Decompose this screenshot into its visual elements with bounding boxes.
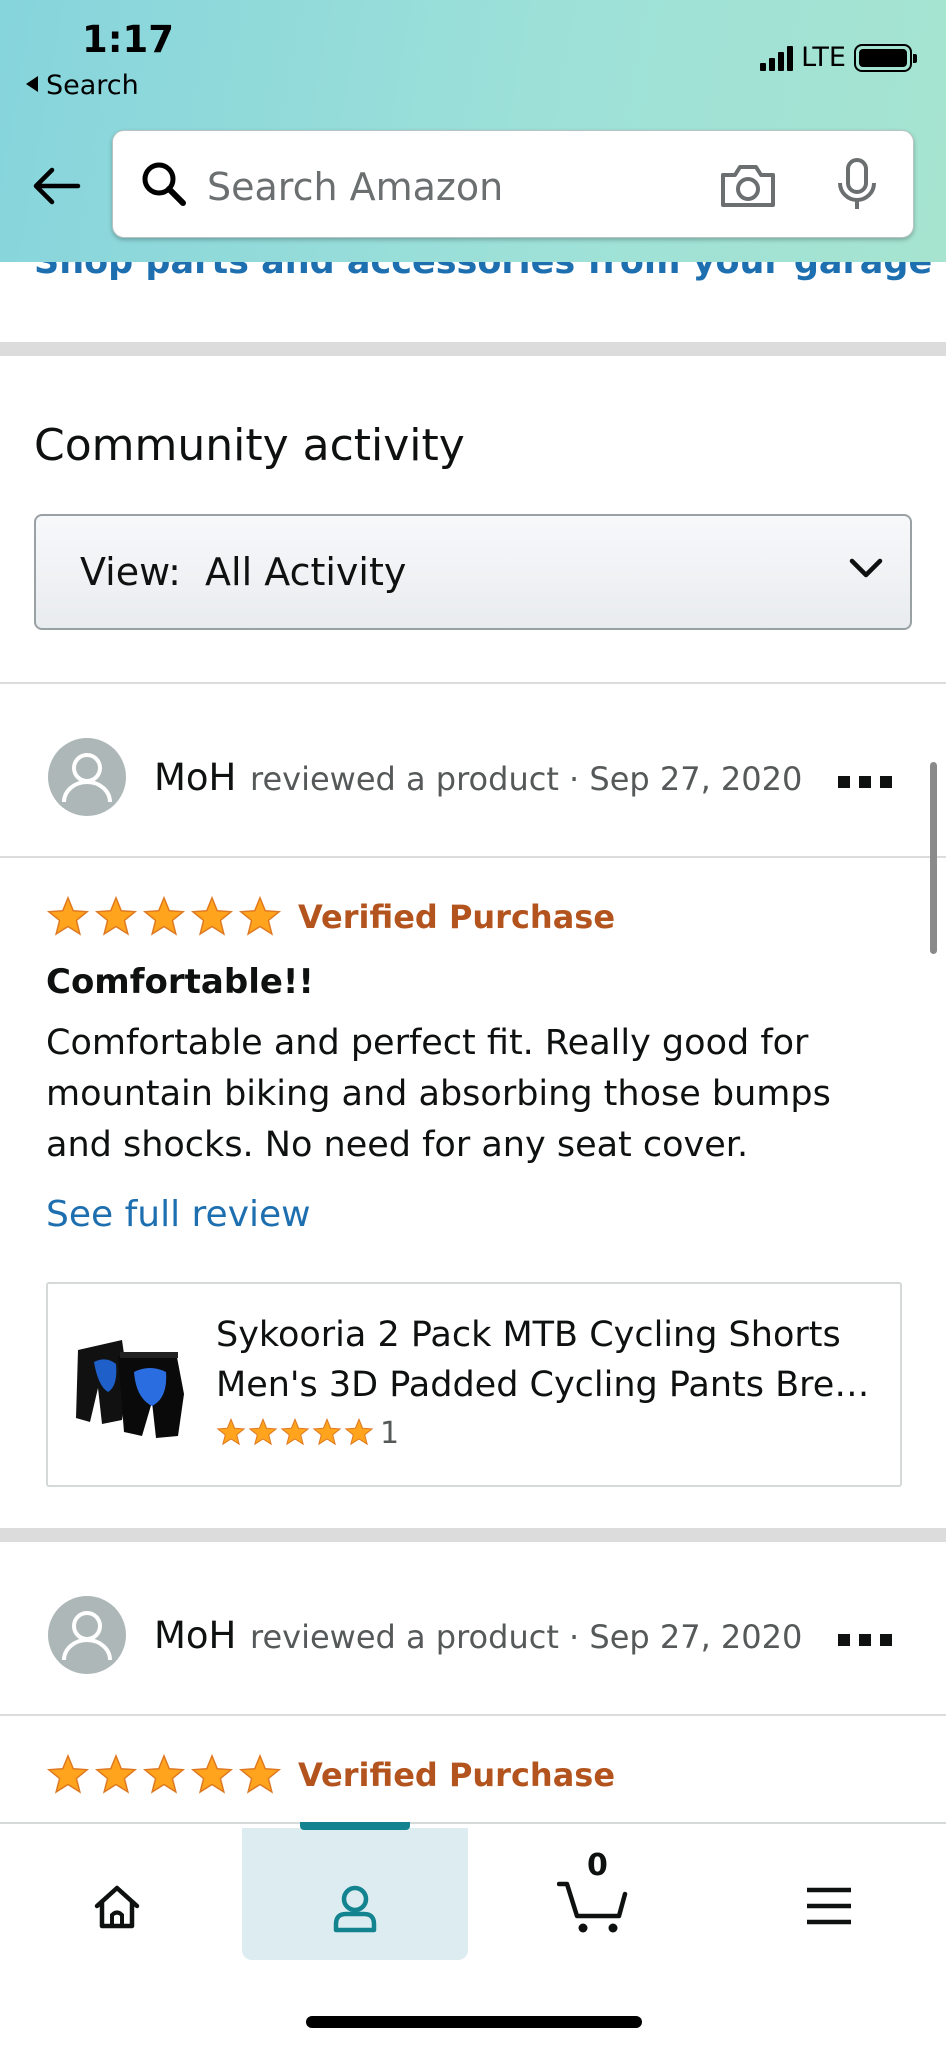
back-arrow-icon[interactable] <box>30 160 82 212</box>
nav-cart[interactable] <box>480 1824 706 1964</box>
star-icon <box>312 1418 342 1446</box>
search-input[interactable]: Search Amazon <box>112 130 914 238</box>
reviewer-name[interactable]: MoH <box>154 1614 236 1657</box>
star-icon <box>142 1754 186 1794</box>
product-card[interactable]: Sykooria 2 Pack MTB Cycling Shorts Men's… <box>46 1282 902 1487</box>
microphone-icon[interactable] <box>835 157 879 213</box>
more-options-icon[interactable] <box>838 776 892 788</box>
avatar[interactable] <box>48 1596 126 1674</box>
section-divider <box>0 342 946 356</box>
header: 1:17 Search LTE Search Amazon <box>0 0 946 262</box>
product-title-line: Men's 3D Padded Cycling Pants Brea... <box>216 1365 886 1405</box>
star-icon <box>238 896 282 936</box>
back-app-label: Search <box>46 70 139 101</box>
star-rating <box>46 896 282 938</box>
camera-icon[interactable] <box>719 161 777 209</box>
scrollbar[interactable] <box>930 762 937 954</box>
battery-icon <box>854 43 917 72</box>
star-icon <box>280 1418 310 1446</box>
status-time: 1:17 <box>82 18 175 61</box>
divider <box>0 1714 946 1716</box>
signal-icon <box>760 45 794 71</box>
star-icon <box>190 1754 234 1794</box>
review-body: Comfortable and perfect fit. Really good… <box>46 1023 831 1165</box>
nav-account[interactable] <box>242 1828 468 1960</box>
star-icon <box>94 1754 138 1794</box>
verified-purchase-badge: Verified Purchase <box>298 898 616 936</box>
search-placeholder: Search Amazon <box>207 165 504 209</box>
review-title: Comfortable!! <box>46 962 314 1002</box>
star-icon <box>248 1418 278 1446</box>
star-icon <box>142 896 186 936</box>
product-star-rating <box>216 1418 374 1447</box>
back-to-app-link[interactable]: Search <box>26 70 139 101</box>
view-select-label: View: All Activity <box>80 550 407 594</box>
home-icon <box>94 1885 140 1929</box>
see-full-review-link[interactable]: See full review <box>46 1194 311 1235</box>
community-activity-title: Community activity <box>34 420 465 471</box>
view-activity-select[interactable]: View: All Activity <box>34 514 912 630</box>
star-icon <box>46 1754 90 1794</box>
star-icon <box>216 1418 246 1446</box>
back-triangle-icon <box>26 76 38 92</box>
activity-header: MoH reviewed a product · Sep 27, 2020 <box>0 1596 946 1706</box>
chevron-down-icon <box>849 558 883 578</box>
divider <box>0 856 946 858</box>
cart-count-badge: 0 <box>587 1848 608 1883</box>
star-icon <box>94 896 138 936</box>
star-rating <box>46 1754 282 1796</box>
verified-purchase-badge: Verified Purchase <box>298 1756 616 1794</box>
bottom-nav <box>0 1822 946 2048</box>
search-icon <box>142 162 186 206</box>
star-icon <box>238 1754 282 1794</box>
activity-meta: reviewed a product · Sep 27, 2020 <box>250 760 803 798</box>
more-options-icon[interactable] <box>838 1634 892 1646</box>
star-icon <box>344 1418 374 1446</box>
nav-home[interactable] <box>4 1824 230 1964</box>
menu-icon <box>807 1887 851 1925</box>
user-icon <box>62 1611 112 1661</box>
activity-header: MoH reviewed a product · Sep 27, 2020 <box>0 738 946 848</box>
star-icon <box>46 896 90 936</box>
home-indicator[interactable] <box>306 2016 642 2028</box>
product-image <box>76 1340 184 1438</box>
activity-meta: reviewed a product · Sep 27, 2020 <box>250 1618 803 1656</box>
account-icon <box>333 1885 377 1933</box>
product-title[interactable]: Sykooria 2 Pack MTB Cycling Shorts Men's… <box>216 1310 886 1410</box>
reviewer-name[interactable]: MoH <box>154 756 236 799</box>
product-title-line: Sykooria 2 Pack MTB Cycling Shorts <box>216 1315 841 1355</box>
network-label: LTE <box>801 42 846 73</box>
rating-count: 1 <box>380 1416 400 1451</box>
star-icon <box>190 896 234 936</box>
section-divider <box>0 1528 946 1542</box>
user-icon <box>62 753 112 803</box>
avatar[interactable] <box>48 738 126 816</box>
active-tab-indicator <box>300 1822 410 1830</box>
cart-icon <box>557 1881 628 1933</box>
nav-menu[interactable] <box>716 1824 942 1964</box>
divider <box>0 682 946 684</box>
status-indicators: LTE <box>760 42 917 73</box>
